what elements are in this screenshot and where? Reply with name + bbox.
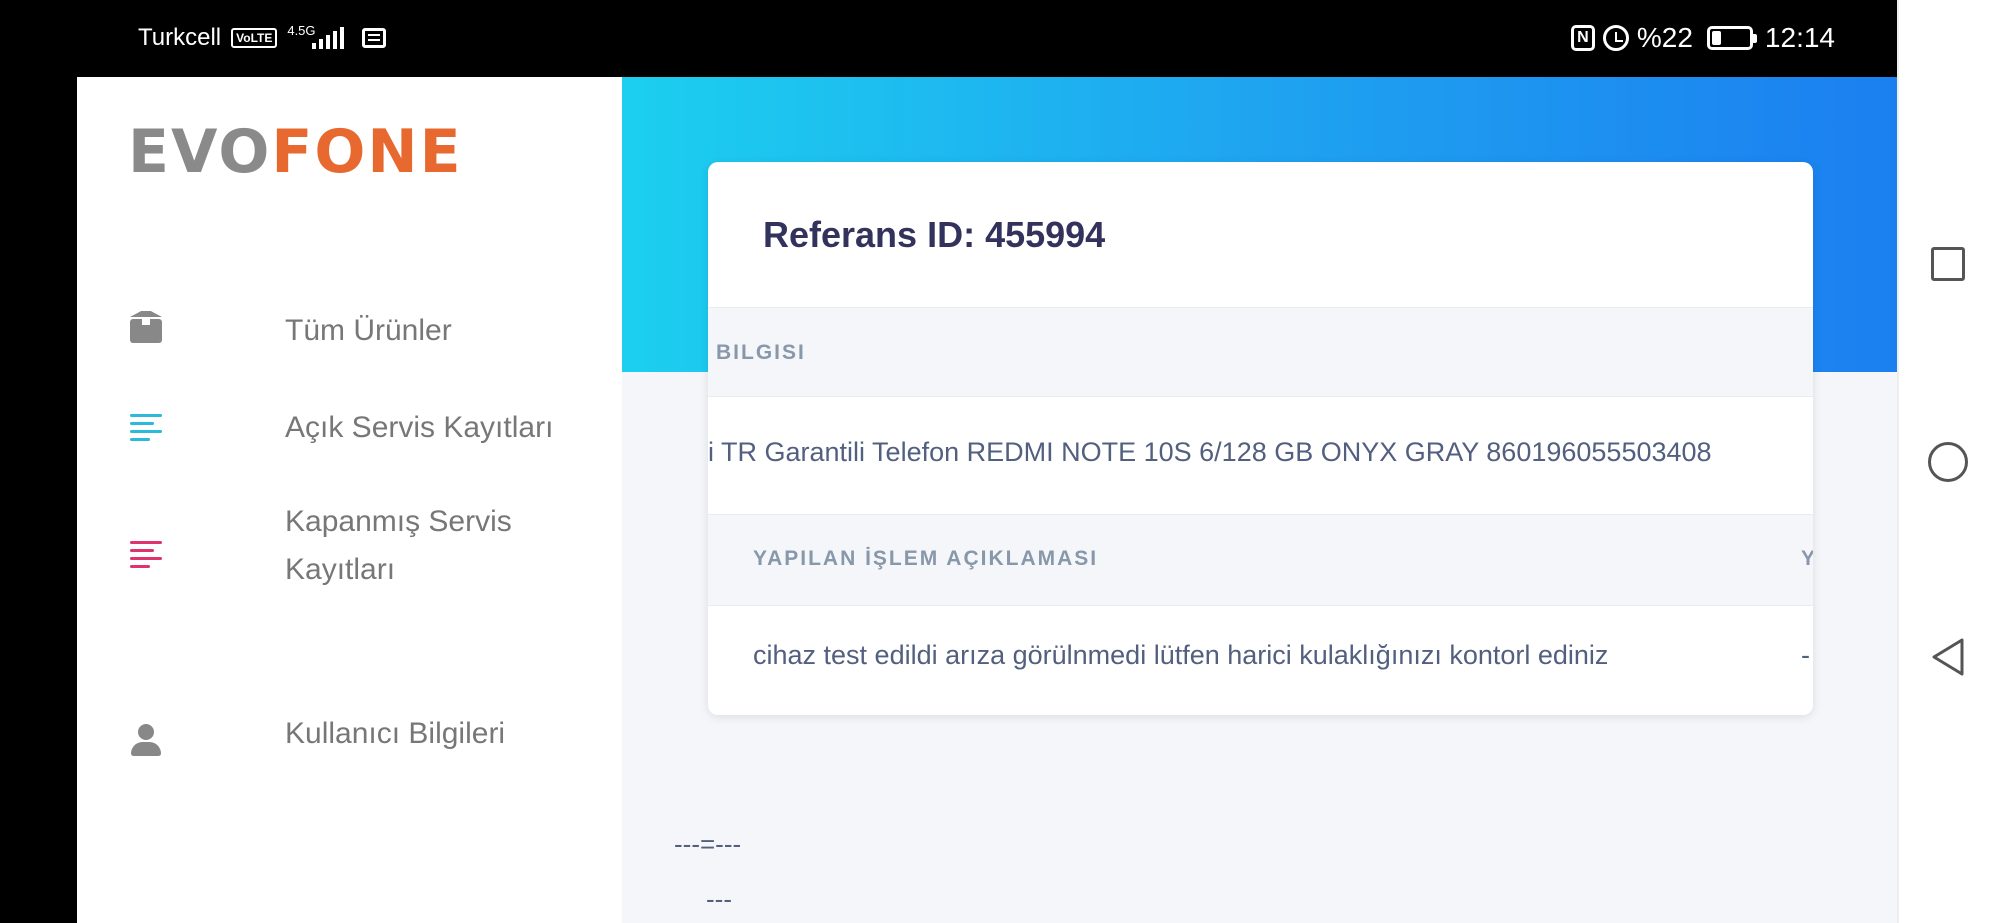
sidebar-item-label: Kapanmış Servis Kayıtları xyxy=(285,505,512,586)
sidebar-item-label: Kullanıcı Bilgileri xyxy=(285,717,506,750)
status-left: Turkcell VoLTE 4.5G xyxy=(138,22,386,52)
app-container: EVOFONE Tüm Ürünler Açık Servis Kayıtlar… xyxy=(77,77,1897,923)
sidebar-item-label: Tüm Ürünler xyxy=(285,314,452,347)
message-icon xyxy=(361,28,386,48)
nfc-icon: N xyxy=(1570,25,1595,51)
alarm-icon xyxy=(1602,25,1629,51)
logo-part-evo: EVO xyxy=(128,117,272,187)
sidebar: EVOFONE Tüm Ürünler Açık Servis Kayıtlar… xyxy=(77,77,622,923)
list-icon xyxy=(128,529,164,568)
recent-apps-icon[interactable] xyxy=(1931,247,1965,281)
column-header-operation-description: YAPILAN İŞLEM AÇIKLAMASI xyxy=(753,547,1099,570)
sidebar-item-user-info[interactable]: Kullanıcı Bilgileri xyxy=(128,717,505,760)
table-header-row: YAPILAN İŞLEM AÇIKLAMASI Y xyxy=(708,514,1813,606)
status-bar: Turkcell VoLTE 4.5G N %22 12:14 xyxy=(0,0,1897,77)
column-header-info: BILGISI xyxy=(716,341,806,364)
reference-id-title: Referans ID: 455994 xyxy=(763,214,1106,255)
battery-icon xyxy=(1706,26,1757,50)
signal-icon xyxy=(311,27,344,49)
sidebar-item-open-service-records[interactable]: Açık Servis Kayıtları xyxy=(128,404,553,444)
footer-text-1: ---=--- xyxy=(674,829,742,859)
user-icon xyxy=(128,724,164,760)
box-icon xyxy=(128,309,164,347)
sidebar-item-closed-service-records[interactable]: Kapanmış Servis Kayıtları xyxy=(128,505,512,586)
list-icon xyxy=(128,408,164,444)
operation-description-cell: cihaz test edildi arıza görülnmedi lütfe… xyxy=(753,640,1609,670)
logo-part-fone: FONE xyxy=(271,117,463,187)
back-icon[interactable] xyxy=(1930,637,1966,677)
column-header-next: Y xyxy=(1801,547,1813,570)
clock: 12:14 xyxy=(1764,22,1835,53)
volte-icon: VoLTE xyxy=(231,28,278,48)
screen-edge xyxy=(0,77,77,923)
service-record-card: Referans ID: 455994 BILGISI i TR Garanti… xyxy=(708,162,1813,715)
footer-text-2: --- xyxy=(706,884,732,914)
battery-percent: %22 xyxy=(1636,22,1693,53)
product-info-cell: i TR Garantili Telefon REDMI NOTE 10S 6/… xyxy=(708,437,1712,467)
carrier-name: Turkcell xyxy=(138,24,222,51)
status-right: N %22 12:14 xyxy=(1570,22,1835,54)
evofone-logo[interactable]: EVOFONE xyxy=(128,122,463,182)
sidebar-item-label: Açık Servis Kayıtları xyxy=(285,411,554,444)
table-header-row: BILGISI xyxy=(708,307,1813,397)
next-column-cell: - xyxy=(1801,640,1810,670)
network-type: 4.5G xyxy=(287,22,316,38)
home-icon[interactable] xyxy=(1928,442,1968,482)
sidebar-item-all-products[interactable]: Tüm Ürünler xyxy=(128,307,452,347)
